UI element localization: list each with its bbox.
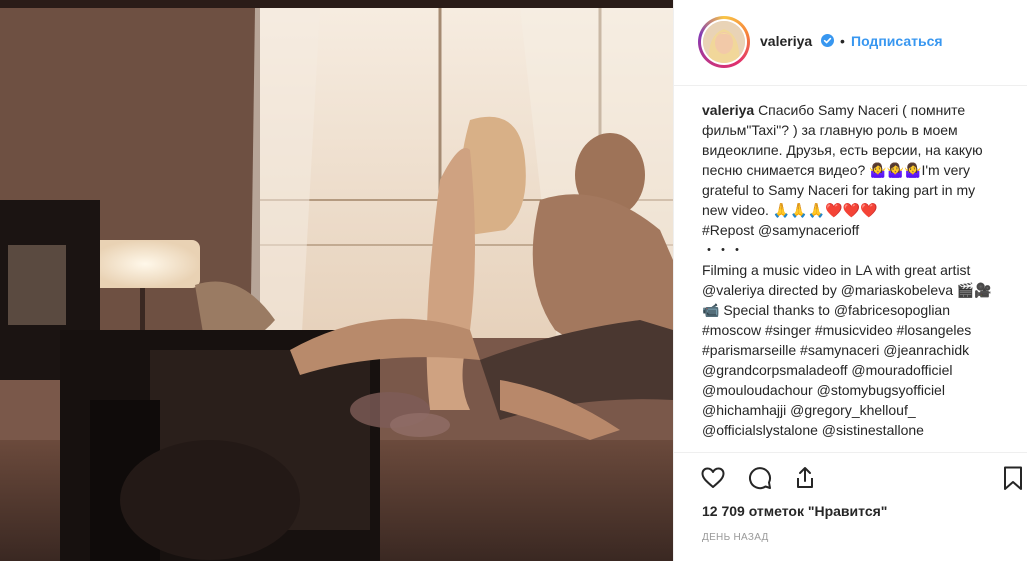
verified-badge-icon: [821, 34, 834, 47]
comment-icon[interactable]: [747, 465, 773, 491]
post-photo-image: [0, 0, 673, 561]
post-photo[interactable]: [0, 0, 673, 561]
username-link[interactable]: valeriya: [760, 33, 812, 49]
post-timestamp[interactable]: ДЕНЬ НАЗАД: [702, 532, 769, 543]
heart-icon[interactable]: [700, 465, 726, 491]
caption-username[interactable]: valeriya: [702, 102, 754, 118]
caption-first-paragraph: valeriya Спасибо Samy Naceri ( помните ф…: [702, 100, 1002, 220]
caption-text-1: Спасибо Samy Naceri ( помните фильм"Taxi…: [702, 102, 983, 218]
avatar[interactable]: [698, 16, 750, 68]
caption-dots-line: ・・・: [702, 242, 744, 258]
post-caption: valeriya Спасибо Samy Naceri ( помните ф…: [702, 100, 1002, 452]
caption-text-2: Filming a music video in LA with great a…: [702, 262, 992, 438]
separator-dot: •: [840, 33, 845, 49]
share-icon[interactable]: [792, 465, 818, 491]
bookmark-icon[interactable]: [1000, 465, 1026, 491]
post-sidebar: valeriya • Подписаться valeriya Спасибо …: [673, 0, 1027, 561]
likes-count[interactable]: 12 709 отметок "Нравится": [702, 503, 887, 519]
caption-repost-line: #Repost @samynacerioff: [702, 222, 860, 238]
follow-button[interactable]: Подписаться: [851, 33, 943, 49]
post-actions: 12 709 отметок "Нравится" ДЕНЬ НАЗАД: [674, 452, 1027, 561]
post-header: valeriya • Подписаться: [674, 0, 1027, 86]
